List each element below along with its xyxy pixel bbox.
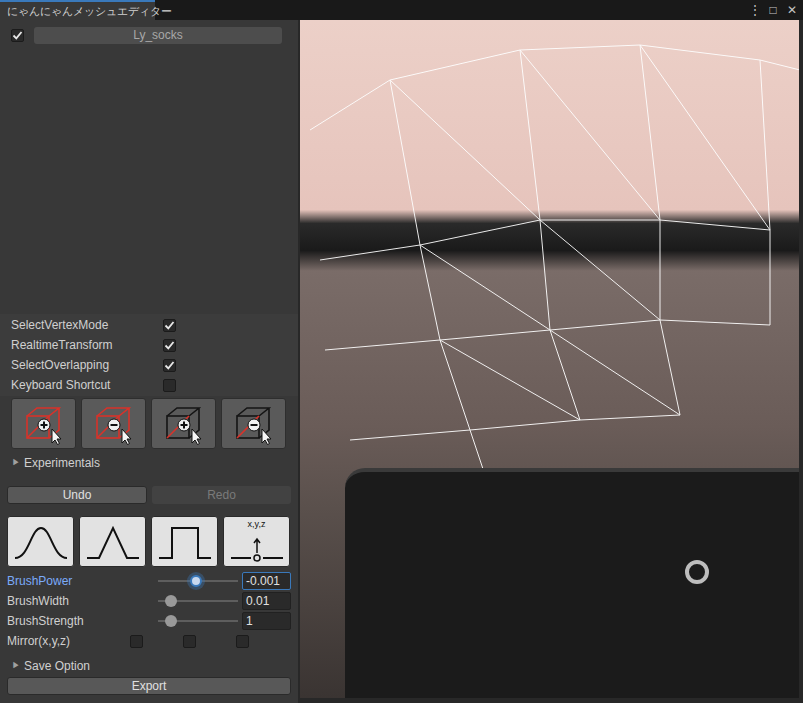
foldout[interactable]: ▶Save Option <box>0 657 298 674</box>
mesh-list <box>0 44 298 314</box>
toggle-checkbox[interactable] <box>163 379 176 392</box>
slider-knob[interactable] <box>190 575 202 587</box>
cube-select-icon <box>232 403 276 445</box>
mirror-checkbox[interactable] <box>183 635 196 648</box>
toggle-row: Keyboard Shortcut <box>0 375 298 395</box>
toggle-row: RealtimeTransform <box>0 335 298 355</box>
slider-value-field[interactable]: 0.01 <box>242 592 291 610</box>
title-bar: にゃんにゃんメッシュエディター ⋮ □ ✕ <box>0 0 803 20</box>
window-controls: ⋮ □ ✕ <box>749 0 803 20</box>
slider-list: BrushPower-0.001BrushWidth0.01BrushStren… <box>0 571 298 631</box>
collapse-arrow-icon: ▶ <box>12 457 20 469</box>
slider-value-field[interactable]: -0.001 <box>242 572 291 590</box>
constant-curve-icon <box>155 520 215 564</box>
brush-shape-button[interactable]: x,y,z <box>223 516 290 567</box>
slider-track[interactable] <box>158 600 238 602</box>
brush-shape-row: x,y,z <box>0 516 298 567</box>
cube-select-icon <box>92 403 136 445</box>
slider-track[interactable] <box>158 620 238 622</box>
tool-panel: Ly_socks SelectVertexModeRealtimeTransfor… <box>0 20 298 703</box>
scene-viewport[interactable] <box>300 20 799 698</box>
export-button[interactable]: Export <box>7 677 291 695</box>
toggle-checkbox[interactable] <box>163 339 176 352</box>
slider-track[interactable] <box>158 580 238 582</box>
toggle-row: SelectVertexMode <box>0 315 298 335</box>
smooth-curve-icon <box>11 520 71 564</box>
linear-curve-icon <box>83 520 143 564</box>
mirror-axis <box>236 635 289 648</box>
slider-row: BrushStrength1 <box>7 611 298 631</box>
undo-button[interactable]: Undo <box>7 486 147 504</box>
brush-shape-button[interactable] <box>7 516 74 567</box>
redo-button[interactable]: Redo <box>152 486 291 504</box>
mirror-checkbox[interactable] <box>130 635 143 648</box>
mirror-axis <box>130 635 183 648</box>
toggle-checkbox[interactable] <box>163 319 176 332</box>
close-icon[interactable]: ✕ <box>787 4 797 16</box>
slider-row: BrushWidth0.01 <box>7 591 298 611</box>
slider-value-field[interactable]: 1 <box>242 612 291 630</box>
brush-shape-button[interactable] <box>151 516 218 567</box>
menu-icon[interactable]: ⋮ <box>749 4 759 16</box>
boot-shape <box>345 468 799 698</box>
toggle-checkbox[interactable] <box>163 359 176 372</box>
mirror-axis <box>183 635 236 648</box>
editor-tab[interactable]: にゃんにゃんメッシュエディター <box>0 0 155 20</box>
tool-button[interactable] <box>151 398 216 449</box>
brush-shape-button[interactable] <box>79 516 146 567</box>
toggle-row: SelectOverlapping <box>0 355 298 375</box>
slider-knob[interactable] <box>165 595 177 607</box>
slider-row: BrushPower-0.001 <box>7 571 298 591</box>
history-row: Undo Redo <box>0 486 298 504</box>
slider-knob[interactable] <box>165 615 177 627</box>
mesh-row: Ly_socks <box>0 26 298 44</box>
mesh-button[interactable]: Ly_socks <box>34 27 282 44</box>
maximize-icon[interactable]: □ <box>768 4 778 16</box>
cube-select-icon <box>162 403 206 445</box>
foldout[interactable]: ▶Experimentals <box>0 454 298 471</box>
editor-body: Ly_socks SelectVertexModeRealtimeTransfor… <box>0 20 803 703</box>
export-row: Export <box>0 677 298 695</box>
tool-button-row <box>0 398 298 449</box>
collapse-arrow-icon: ▶ <box>12 660 20 672</box>
tool-button[interactable] <box>81 398 146 449</box>
toggle-list: SelectVertexModeRealtimeTransformSelectO… <box>0 314 298 396</box>
eyelet-shape <box>685 560 709 584</box>
tool-button[interactable] <box>221 398 286 449</box>
mirror-checkbox[interactable] <box>236 635 249 648</box>
tool-button[interactable] <box>11 398 76 449</box>
mirror-row: Mirror(x,y,z) <box>0 631 298 651</box>
cube-select-icon <box>22 403 66 445</box>
mesh-checkbox[interactable] <box>11 29 24 42</box>
